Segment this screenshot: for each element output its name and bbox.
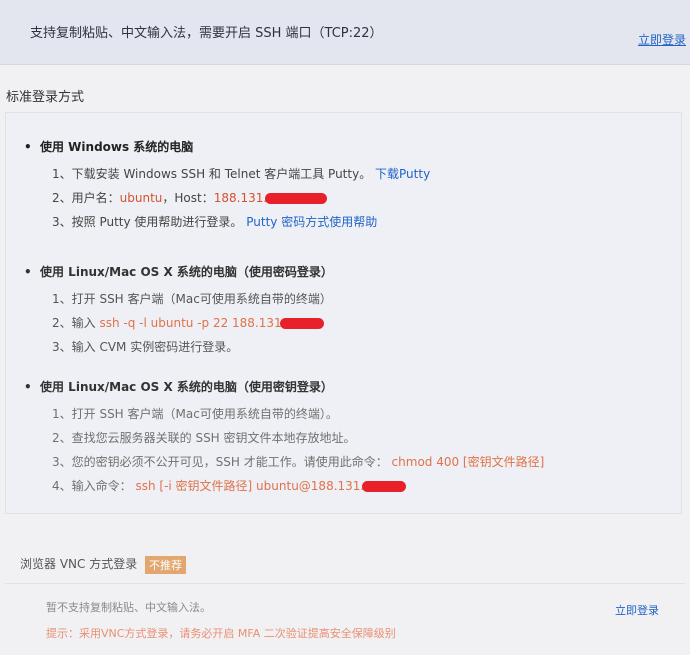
step-text: 1、打开 SSH 客户端（Mac可使用系统自带的终端）。: [52, 407, 338, 421]
vnc-login-button[interactable]: 立即登录: [615, 602, 659, 618]
redaction-mark: [362, 481, 407, 492]
step-text: 3、输入 CVM 实例密码进行登录。: [52, 340, 239, 354]
vnc-title: 浏览器 VNC 方式登录: [20, 557, 138, 571]
ssh-login-button[interactable]: 立即登录: [638, 31, 686, 48]
download-putty-link[interactable]: 下载Putty: [375, 167, 430, 181]
linux-key-step-3: 3、您的密钥必须不公开可见，SSH 才能工作。请使用此命令： chmod 400…: [40, 454, 544, 478]
windows-step-3: 3、按照 Putty 使用帮助进行登录。 Putty 密码方式使用帮助: [40, 214, 430, 238]
linux-password-step-3: 3、输入 CVM 实例密码进行登录。: [40, 339, 333, 363]
redaction-mark: [265, 193, 328, 204]
linux-key-step-1: 1、打开 SSH 客户端（Mac可使用系统自带的终端）。: [40, 406, 544, 430]
linux-password-step-2: 2、输入 ssh -q -l ubuntu -p 22 188.131: [40, 315, 333, 339]
step-text: 1、打开 SSH 客户端（Mac可使用系统自带的终端）: [52, 292, 332, 306]
windows-step-1: 1、下载安装 Windows SSH 和 Telnet 客户端工具 Putty。…: [40, 166, 430, 190]
vnc-login-row: 浏览器 VNC 方式登录 不推荐: [20, 555, 187, 574]
step-text: 1、下载安装 Windows SSH 和 Telnet 客户端工具 Putty。: [52, 167, 372, 181]
divider: [5, 583, 685, 584]
ssh-login-banner: 支持复制粘贴、中文输入法，需要开启 SSH 端口（TCP:22） 立即登录: [0, 0, 690, 65]
ssh-key-command: ssh [-i 密钥文件路径] ubuntu@188.131.: [135, 479, 365, 493]
group-title-windows: 使用 Windows 系统的电脑: [40, 138, 430, 155]
putty-help-link[interactable]: Putty 密码方式使用帮助: [246, 215, 377, 229]
step-text: 3、按照 Putty 使用帮助进行登录。: [52, 215, 243, 229]
step-text: 2、用户名：: [52, 191, 120, 205]
step-text: 3、您的密钥必须不公开可见，SSH 才能工作。请使用此命令：: [52, 455, 388, 469]
step-text: 2、查找您云服务器关联的 SSH 密钥文件本地存放地址。: [52, 431, 356, 445]
linux-password-step-1: 1、打开 SSH 客户端（Mac可使用系统自带的终端）: [40, 291, 333, 315]
vnc-note: 暂不支持复制粘贴、中文输入法。: [46, 601, 211, 614]
username-value: ubuntu: [119, 191, 163, 205]
linux-key-step-4: 4、输入命令： ssh [-i 密钥文件路径] ubuntu@188.131.: [40, 478, 544, 502]
windows-group: 使用 Windows 系统的电脑 1、下载安装 Windows SSH 和 Te…: [40, 138, 430, 238]
linux-password-group: 使用 Linux/Mac OS X 系统的电脑（使用密码登录） 1、打开 SSH…: [40, 263, 333, 363]
group-title-linux-password: 使用 Linux/Mac OS X 系统的电脑（使用密码登录）: [40, 263, 333, 280]
vnc-mfa-tip: 提示：采用VNC方式登录，请务必开启 MFA 二次验证提高安全保障级别: [46, 627, 396, 640]
ssh-command: ssh -q -l ubuntu -p 22 188.131: [99, 316, 282, 330]
not-recommended-badge: 不推荐: [145, 555, 187, 574]
linux-key-step-2: 2、查找您云服务器关联的 SSH 密钥文件本地存放地址。: [40, 430, 544, 454]
windows-step-2: 2、用户名：ubuntu，Host：188.131.: [40, 190, 430, 214]
step-text: 2、输入: [52, 316, 96, 330]
step-text: 4、输入命令：: [52, 479, 132, 493]
chmod-command: chmod 400 [密钥文件路径]: [391, 455, 545, 469]
host-value: 188.131.: [213, 191, 268, 205]
linux-key-group: 使用 Linux/Mac OS X 系统的电脑（使用密钥登录） 1、打开 SSH…: [40, 378, 544, 502]
redaction-mark: [279, 318, 324, 329]
group-title-linux-key: 使用 Linux/Mac OS X 系统的电脑（使用密钥登录）: [40, 378, 544, 395]
step-text: ，Host：: [162, 191, 214, 205]
ssh-notice-text: 支持复制粘贴、中文输入法，需要开启 SSH 端口（TCP:22）: [30, 26, 383, 41]
section-title: 标准登录方式: [6, 90, 85, 105]
